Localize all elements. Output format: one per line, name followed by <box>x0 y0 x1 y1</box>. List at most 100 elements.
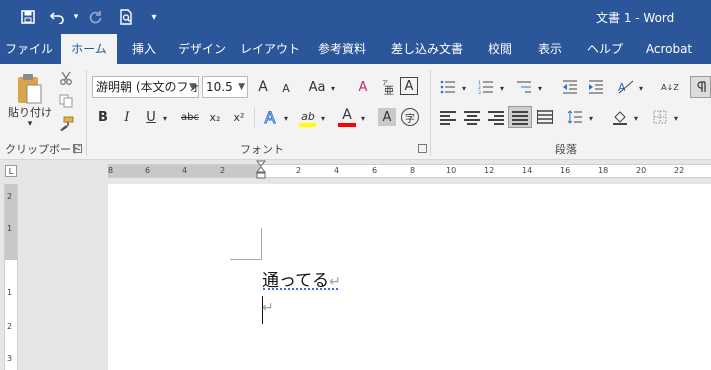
chevron-down-icon[interactable]: ▾ <box>328 82 338 94</box>
ruler-number: 10 <box>446 166 457 175</box>
margin-corner-mark <box>230 228 262 260</box>
tab-review[interactable]: 校閲 <box>480 34 520 64</box>
show-marks-button[interactable] <box>690 76 711 98</box>
tab-file[interactable]: ファイル <box>4 34 54 64</box>
bullets-icon[interactable] <box>438 78 458 96</box>
lines <box>512 111 528 125</box>
tab-layout[interactable]: レイアウト <box>240 34 300 64</box>
tab-view[interactable]: 表示 <box>530 34 570 64</box>
lines <box>464 111 480 125</box>
print-preview-icon[interactable] <box>116 7 136 27</box>
chevron-down-icon[interactable]: ▾ <box>459 82 469 94</box>
ruler-number: 2 <box>296 166 302 175</box>
tab-mailings[interactable]: 差し込み文書 <box>386 34 468 64</box>
save-icon[interactable] <box>18 7 38 27</box>
justify-icon[interactable] <box>508 106 532 128</box>
chevron-down-icon[interactable]: ▾ <box>636 82 646 94</box>
undo-dropdown-icon[interactable]: ▾ <box>66 7 86 27</box>
chevron-down-icon[interactable]: ▾ <box>160 112 170 124</box>
decrease-indent-icon[interactable] <box>560 78 580 96</box>
tab-references[interactable]: 参考資料 <box>312 34 372 64</box>
ruler-number: 18 <box>598 166 609 175</box>
align-right-icon[interactable] <box>486 108 506 126</box>
horizontal-ruler[interactable]: 8 6 4 2 2 4 6 8 10 12 14 16 18 20 22 <box>108 164 711 178</box>
tab-insert[interactable]: 挿入 <box>124 34 164 64</box>
clear-formatting-icon[interactable]: A <box>354 78 372 96</box>
shading-icon[interactable] <box>610 108 630 126</box>
title-bar: ▾ ▾ 文書 1 - Word <box>0 0 711 34</box>
ruler-number: 1 <box>7 224 13 233</box>
cut-icon[interactable] <box>57 70 75 86</box>
copy-icon[interactable] <box>57 93 75 109</box>
align-left-icon[interactable] <box>438 108 458 126</box>
paste-icon[interactable] <box>12 70 48 108</box>
sort-icon[interactable]: A↓Z <box>660 76 680 98</box>
superscript-button[interactable]: x² <box>229 108 249 126</box>
chevron-down-icon[interactable]: ▾ <box>631 112 641 124</box>
chevron-down-icon[interactable]: ▾ <box>281 112 291 124</box>
align-center-icon[interactable] <box>462 108 482 126</box>
ribbon-tabs: ファイル ホーム 挿入 デザイン レイアウト 参考資料 差し込み文書 校閲 表示… <box>0 34 711 64</box>
customize-icon[interactable]: ▾ <box>144 7 164 27</box>
format-painter-icon[interactable] <box>57 116 75 132</box>
undo-icon[interactable] <box>48 7 68 27</box>
numbering-icon[interactable]: 123 <box>476 78 496 96</box>
ruler-number: 8 <box>410 166 416 175</box>
ruler-number: 6 <box>372 166 378 175</box>
font-launcher-icon[interactable] <box>418 144 427 153</box>
font-size-combo[interactable]: 10.5 ▼ <box>202 76 248 98</box>
bold-button[interactable]: B <box>94 108 112 126</box>
font-color-icon[interactable]: A <box>337 106 357 124</box>
line-spacing-icon[interactable] <box>565 108 585 126</box>
east-asian-layout-icon[interactable]: A <box>616 78 636 96</box>
font-size-value: 10.5 <box>206 80 233 94</box>
chevron-down-icon[interactable]: ▾ <box>586 112 596 124</box>
increase-indent-icon[interactable] <box>586 78 606 96</box>
subscript-button[interactable]: x₂ <box>205 108 225 126</box>
ruler-number: 12 <box>484 166 495 175</box>
lines <box>440 111 456 125</box>
font-name-combo[interactable]: 游明朝 (本文のフォ ▼ <box>92 76 199 98</box>
chevron-down-icon[interactable]: ▾ <box>318 112 328 124</box>
grow-font-icon[interactable]: A <box>254 78 272 96</box>
ruler-number: 2 <box>7 322 13 331</box>
phonetic-guide-icon[interactable]: ア亜 <box>380 78 398 96</box>
chevron-down-icon[interactable]: ▾ <box>671 112 681 124</box>
character-border-icon[interactable]: A <box>400 77 418 95</box>
strikethrough-button[interactable]: abc <box>178 108 202 126</box>
shrink-font-icon[interactable]: A <box>278 80 294 96</box>
svg-text:3: 3 <box>478 90 481 94</box>
tab-acrobat[interactable]: Acrobat <box>638 34 700 64</box>
character-shading-icon[interactable]: A <box>378 108 396 126</box>
word-window: ▾ ▾ 文書 1 - Word ファイル ホーム 挿入 デザイン レイアウト 参… <box>0 0 711 370</box>
indent-marker-icon[interactable] <box>255 159 267 185</box>
ribbon: 貼り付け ▾ クリップボード 游明朝 (本文のフォ ▼ 10.5 ▼ A A A… <box>0 64 711 160</box>
change-case-icon[interactable]: Aa <box>306 78 328 96</box>
ruler-number: 3 <box>7 354 13 363</box>
redo-icon[interactable] <box>86 7 106 27</box>
paste-dropdown-icon[interactable]: ▾ <box>24 118 36 130</box>
clipboard-group-label: クリップボード <box>5 143 82 156</box>
borders-icon[interactable] <box>650 108 670 126</box>
text-effects-icon[interactable]: A <box>260 107 280 127</box>
font-group-label: フォント <box>240 143 284 156</box>
underline-button[interactable]: U <box>142 108 160 126</box>
tab-help[interactable]: ヘルプ <box>582 34 628 64</box>
divider <box>254 108 255 128</box>
ruler-number: 22 <box>674 166 685 175</box>
vertical-ruler[interactable]: 2 1 1 2 3 <box>4 184 18 370</box>
tab-design[interactable]: デザイン <box>174 34 230 64</box>
svg-text:亜: 亜 <box>384 86 394 95</box>
tab-selector-icon[interactable]: L <box>5 165 17 177</box>
italic-button[interactable]: I <box>118 108 136 126</box>
distributed-icon[interactable] <box>535 108 555 126</box>
tab-home[interactable]: ホーム <box>61 34 117 64</box>
document-page[interactable] <box>108 184 711 370</box>
enclose-characters-icon[interactable]: 字 <box>401 108 419 126</box>
ruler-number: 4 <box>334 166 340 175</box>
chevron-down-icon[interactable]: ▾ <box>535 82 545 94</box>
multilevel-list-icon[interactable] <box>514 78 534 96</box>
chevron-down-icon[interactable]: ▾ <box>497 82 507 94</box>
chevron-down-icon[interactable]: ▾ <box>358 112 368 124</box>
clipboard-launcher-icon[interactable] <box>73 144 82 153</box>
